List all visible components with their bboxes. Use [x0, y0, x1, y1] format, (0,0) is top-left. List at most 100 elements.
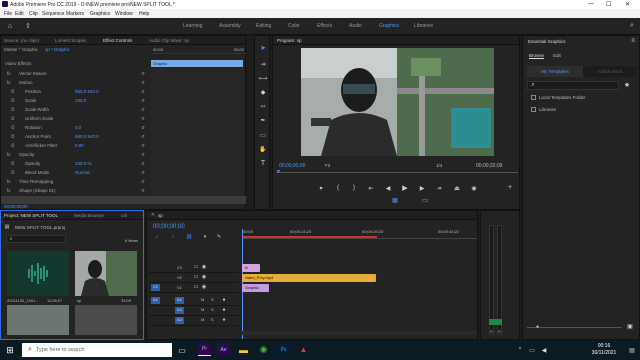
reset-icon[interactable]: ↺: [141, 116, 145, 122]
premiere-taskbar-icon[interactable]: Pr: [198, 343, 211, 356]
workspace-color[interactable]: Color: [288, 23, 300, 29]
stopwatch-icon[interactable]: ⏱: [11, 125, 15, 130]
show-hidden-icons[interactable]: ^: [516, 345, 524, 355]
reset-icon[interactable]: ↺: [141, 170, 145, 176]
solo-icon[interactable]: S: [211, 297, 214, 302]
track-a3-label[interactable]: A3: [175, 317, 184, 324]
eye-icon[interactable]: ◉: [201, 274, 207, 280]
slip-tool-icon[interactable]: ⇿: [259, 102, 267, 110]
effect-row[interactable]: ⏱ Opacity 100.0 % ↺: [1, 161, 149, 169]
menu-file[interactable]: File: [4, 11, 12, 17]
stopwatch-icon[interactable]: ⏱: [11, 98, 15, 103]
menu-sequence[interactable]: Sequence: [42, 11, 65, 17]
tab-project[interactable]: Project: NEW SPLIT TOOL: [4, 213, 58, 218]
program-video-frame[interactable]: [301, 48, 494, 156]
new-folder-icon[interactable]: ▣: [626, 322, 634, 330]
step-forward-icon[interactable]: ▶: [418, 183, 426, 193]
project-item-name-2[interactable]: sp: [77, 298, 81, 303]
export-icon[interactable]: ⇧: [24, 22, 32, 30]
marker-icon[interactable]: ▾: [317, 183, 325, 193]
effect-row[interactable]: ⏱ Anti-flicker Filter 0.00 ↺: [1, 143, 149, 151]
workspace-audio[interactable]: Audio: [349, 23, 362, 29]
lift-icon[interactable]: ⏏: [453, 183, 461, 193]
effect-controls-timecode[interactable]: 00;00;00;00: [4, 204, 28, 209]
quality-dropdown[interactable]: 1/4: [436, 163, 442, 168]
fx-toggle-icon[interactable]: fx: [7, 71, 11, 76]
sequence-clip-label[interactable]: sp * Graphic: [45, 47, 70, 52]
add-marker-icon[interactable]: ▾: [201, 234, 209, 240]
effect-row[interactable]: fx Opacity ↺: [1, 152, 149, 160]
taskbar-search-input[interactable]: Type here to search: [22, 343, 172, 357]
snap-icon[interactable]: ∩: [169, 234, 177, 240]
effect-row[interactable]: fx Shape (Shape 01) ↺: [1, 188, 149, 196]
effect-row[interactable]: ⏱ Scale Width ↺: [1, 107, 149, 115]
solo-left-button[interactable]: S: [490, 329, 493, 334]
reset-icon[interactable]: ↺: [141, 161, 145, 167]
fx-toggle-icon[interactable]: fx: [7, 179, 11, 184]
tab-lumetri-scopes[interactable]: Lumetri Scopes: [55, 38, 86, 43]
tab-media-browser[interactable]: Media Browser: [74, 213, 104, 218]
fx-toggle-icon[interactable]: fx: [7, 80, 11, 85]
adobe-stock-button[interactable]: Adobe Stock: [583, 66, 637, 77]
solo-icon[interactable]: S: [211, 317, 214, 322]
source-patch-a1[interactable]: A1: [151, 297, 160, 304]
go-to-in-icon[interactable]: ⇤: [367, 183, 375, 193]
mark-out-icon[interactable]: }: [350, 183, 358, 193]
reset-icon[interactable]: ↺: [141, 125, 145, 131]
effect-row[interactable]: ⏱ Scale 100.0 ↺: [1, 98, 149, 106]
project-item-name-1[interactable]: 20211130_1001...: [7, 298, 39, 303]
effect-row-value[interactable]: 0.00: [75, 143, 84, 148]
workspace-graphics[interactable]: Graphics: [379, 23, 399, 29]
eye-icon[interactable]: ◉: [201, 284, 207, 290]
effect-row-value[interactable]: 960.0 540.0: [75, 89, 99, 94]
clip-graphic[interactable]: Graphic: [242, 284, 269, 292]
settings-wrench-icon[interactable]: ✎: [215, 234, 223, 240]
reset-icon[interactable]: ↺: [141, 143, 145, 149]
stopwatch-icon[interactable]: ⏱: [11, 116, 15, 121]
program-scrub-bar[interactable]: [276, 172, 518, 173]
sync-lock-icon[interactable]: ▭: [193, 274, 199, 280]
home-icon[interactable]: ⌂: [6, 22, 14, 30]
stopwatch-icon[interactable]: ⏱: [11, 107, 15, 112]
program-monitor-title[interactable]: Program: sp: [277, 38, 302, 43]
add-button-icon[interactable]: +: [506, 183, 514, 191]
timeline-timecode[interactable]: 00;00;00;00: [153, 224, 185, 230]
panel-menu-icon[interactable]: ≡: [629, 38, 637, 44]
fit-dropdown[interactable]: Fit: [325, 163, 330, 168]
effect-row[interactable]: fx Vector Motion ↺: [1, 71, 149, 79]
maximize-button[interactable]: ☐: [606, 1, 611, 8]
close-tab-icon[interactable]: ✕: [150, 212, 156, 218]
effect-row[interactable]: ⏱ Uniform Scale ↺: [1, 116, 149, 124]
menu-graphics[interactable]: Graphics: [90, 11, 110, 17]
project-item-thumb-3[interactable]: [7, 305, 69, 335]
clip-video[interactable]: video_Prxy.mp4: [242, 274, 376, 282]
templates-search-input[interactable]: ⌕: [527, 81, 619, 90]
source-patch-v1[interactable]: V1: [151, 284, 160, 291]
effect-row-value[interactable]: 960.0 540.0: [75, 134, 99, 139]
project-item-thumb-4[interactable]: [75, 305, 137, 335]
fx-toggle-icon[interactable]: fx: [7, 188, 11, 193]
track-select-icon[interactable]: ⇥: [259, 60, 267, 68]
sync-lock-icon[interactable]: ▭: [193, 264, 199, 270]
task-view-icon[interactable]: ▭: [176, 344, 188, 356]
effect-row[interactable]: ⏱ Rotation 0.0 ↺: [1, 125, 149, 133]
reset-icon[interactable]: ↺: [141, 134, 145, 140]
sync-lock-icon[interactable]: ▭: [193, 284, 199, 290]
microphone-icon[interactable]: ●: [221, 297, 227, 303]
stopwatch-icon[interactable]: ⏱: [11, 134, 15, 139]
microphone-icon[interactable]: ●: [221, 307, 227, 313]
chrome-icon[interactable]: ◉: [257, 343, 270, 356]
vr-view-icon[interactable]: ▭: [421, 196, 429, 204]
tab-browse[interactable]: Browse: [529, 53, 545, 59]
reset-icon[interactable]: ↺: [141, 89, 145, 95]
workspace-learning[interactable]: Learning: [183, 23, 202, 29]
close-button[interactable]: ✕: [625, 1, 630, 8]
local-templates-checkbox[interactable]: [531, 95, 536, 100]
reset-icon[interactable]: ↺: [141, 152, 145, 158]
tab-audio-clip-mixer[interactable]: Audio Clip Mixer: sp: [149, 38, 189, 43]
stopwatch-icon[interactable]: ⏱: [11, 143, 15, 148]
windows-start-icon[interactable]: ⊞: [5, 345, 15, 355]
effect-row-value[interactable]: 0.0: [75, 125, 81, 130]
taskbar-date[interactable]: 30/11/2021: [586, 350, 622, 356]
program-timecode-current[interactable]: 00;00;00;00: [279, 163, 305, 169]
